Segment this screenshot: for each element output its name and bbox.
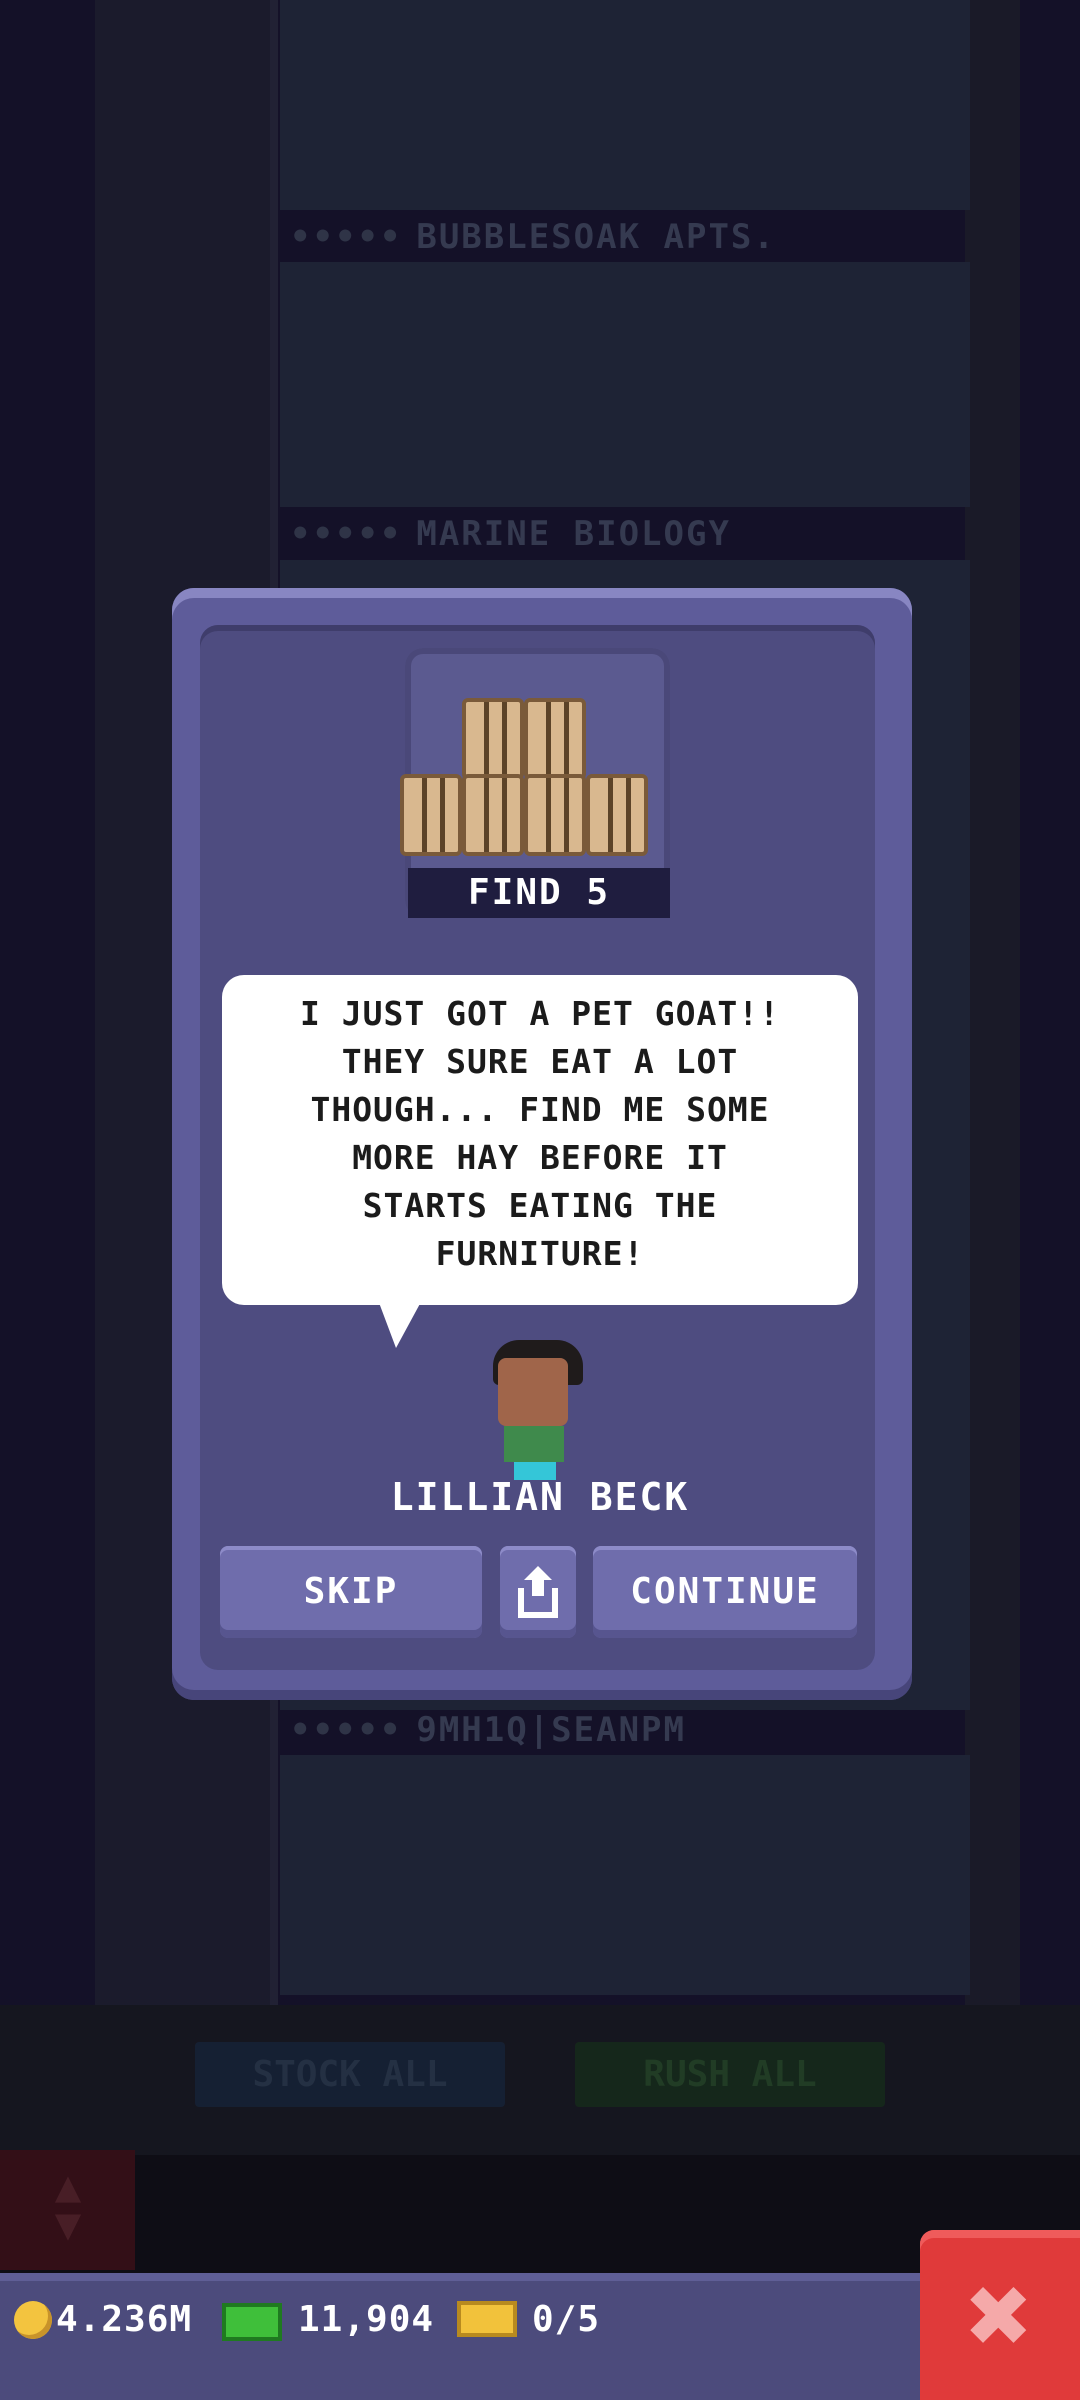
mission-message: I JUST GOT A PET GOAT!! THEY SURE EAT A … xyxy=(300,994,780,1273)
close-icon: ✖ xyxy=(966,2251,1034,2379)
tickets-count: 0/5 xyxy=(532,2299,601,2340)
character-avatar xyxy=(488,1340,588,1480)
speech-bubble-tail xyxy=(378,1300,422,1348)
coin-icon xyxy=(14,2301,52,2339)
hay-bales-icon xyxy=(400,690,670,865)
close-button[interactable]: ✖ xyxy=(920,2230,1080,2400)
share-button[interactable] xyxy=(500,1546,576,1638)
share-icon xyxy=(518,1566,558,1618)
continue-button[interactable]: CONTINUE xyxy=(593,1546,857,1638)
coins-count: 4.236M xyxy=(56,2299,193,2340)
ticket-icon xyxy=(457,2301,517,2337)
bux-count: 11,904 xyxy=(298,2299,435,2340)
character-name: LILLIAN BECK xyxy=(390,1475,690,1519)
bux-icon xyxy=(222,2303,282,2341)
task-label: FIND 5 xyxy=(408,868,670,918)
skip-button[interactable]: SKIP xyxy=(220,1546,482,1638)
